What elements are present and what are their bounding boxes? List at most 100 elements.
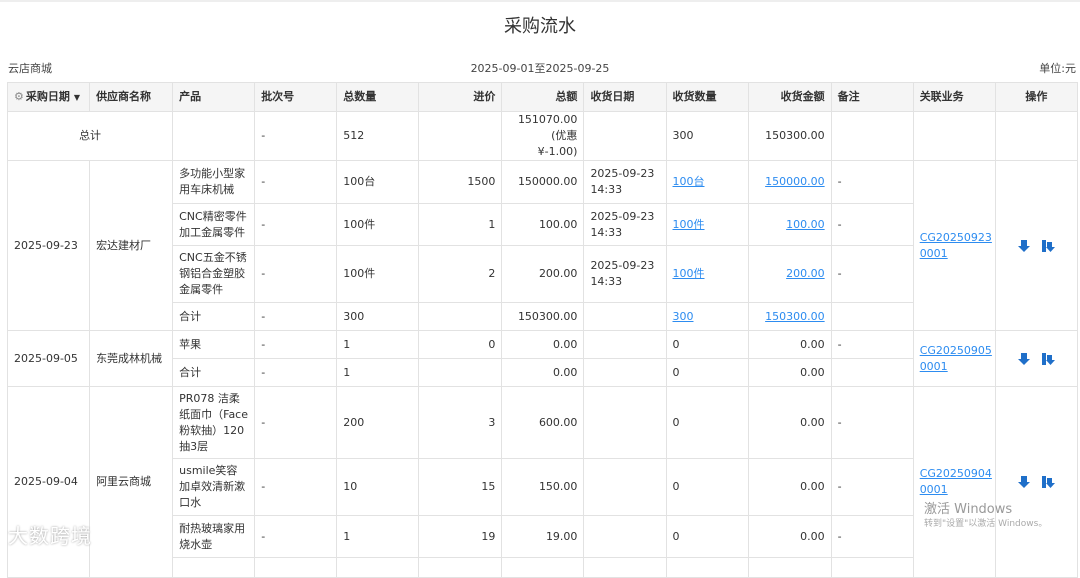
cell-product: 多功能小型家用车床机械 bbox=[172, 160, 256, 204]
cell-recv-qty: 100件 bbox=[665, 203, 749, 246]
cell-amount: 150000.00 bbox=[501, 160, 585, 204]
cell-actions bbox=[994, 160, 1079, 331]
cell-batch: - bbox=[254, 515, 338, 558]
cell-linked: CG20250905 0001 bbox=[912, 330, 996, 387]
cell-qty: 1 bbox=[336, 358, 420, 387]
recv-qty-link[interactable]: 100件 bbox=[673, 218, 705, 231]
cell-batch: - bbox=[254, 302, 338, 331]
cell-amount: 200.00 bbox=[501, 245, 585, 303]
cell-recv-qty: 0 bbox=[665, 386, 749, 459]
recv-qty-link[interactable]: 100件 bbox=[673, 267, 705, 280]
col-price: 进价 bbox=[418, 82, 503, 112]
cell-amount: 150300.00 bbox=[501, 302, 585, 331]
cell-recv-amount: 150300.00 bbox=[747, 111, 832, 161]
cell-batch: - bbox=[254, 160, 338, 204]
cell-recv-qty: 0 bbox=[665, 330, 749, 359]
export-icon[interactable] bbox=[1041, 352, 1056, 366]
cell-actions bbox=[994, 330, 1079, 387]
cell-qty: 512 bbox=[336, 111, 420, 161]
cell-qty: 1 bbox=[336, 515, 420, 558]
summary-label: 总计 bbox=[6, 111, 174, 161]
subtotal-label: 合计 bbox=[172, 302, 256, 331]
col-total-qty: 总数量 bbox=[336, 82, 420, 112]
cell-product: 耐热玻璃家用烧水壶 bbox=[172, 515, 256, 558]
windows-activate-text: 激活 Windows bbox=[924, 502, 1013, 517]
cell-recv-amount: 0.00 bbox=[747, 458, 832, 516]
cell-batch: - bbox=[254, 330, 338, 359]
cell-recv-amount: 0.00 bbox=[747, 515, 832, 558]
cell-product: CNC五金不锈钢铝合金塑胶金属零件 bbox=[172, 245, 256, 303]
cell-qty: 300 bbox=[336, 302, 420, 331]
cell-recv-amount: 200.00 bbox=[747, 245, 832, 303]
table-row: 2025-09-04 阿里云商城 PR078 洁柔纸面巾（Face粉软抽）120… bbox=[6, 386, 1079, 578]
cell-linked: CG20250904 0001 bbox=[912, 386, 996, 578]
cell-recv-amount: 0.00 bbox=[747, 330, 832, 359]
top-border bbox=[0, 0, 1080, 2]
windows-activate-hint: 转到"设置"以激活 Windows。 bbox=[924, 519, 1048, 529]
cell-amount: 150.00 bbox=[501, 458, 585, 516]
purchase-table: ⚙ 采购日期 ▼ 供应商名称 产品 批次号 总数量 进价 总额 收货日期 收货数量 … bbox=[6, 82, 1079, 578]
caret-down-icon[interactable]: ▼ bbox=[74, 93, 80, 102]
cell-note: - bbox=[830, 245, 914, 303]
cell-recv-amount: 150000.00 bbox=[747, 160, 832, 204]
cell-batch: - bbox=[254, 245, 338, 303]
cell-linked: CG20250923 0001 bbox=[912, 160, 996, 331]
linked-order-link[interactable]: CG20250905 0001 bbox=[920, 344, 992, 373]
cell-amount: 100.00 bbox=[501, 203, 585, 246]
recv-amount-link[interactable]: 150000.00 bbox=[765, 175, 825, 188]
summary-row: 总计 - 512 151070.00 (优惠 ¥-1.00) 300 150300… bbox=[6, 111, 1079, 161]
export-icon[interactable] bbox=[1041, 239, 1056, 253]
gear-icon[interactable]: ⚙ bbox=[14, 90, 24, 103]
table-row: 2025-09-23 宏达建材厂 多功能小型家用车床机械 - 100台 1500… bbox=[6, 160, 1079, 331]
cell-recv-date bbox=[583, 515, 667, 558]
cell-note: - bbox=[830, 203, 914, 246]
cell-recv-amount: 100.00 bbox=[747, 203, 832, 246]
recv-amount-link[interactable]: 100.00 bbox=[786, 218, 825, 231]
subtotal-label: 合计 bbox=[172, 358, 256, 387]
cell-amount: 151070.00 (优惠 ¥-1.00) bbox=[501, 111, 585, 161]
col-recv-qty: 收货数量 bbox=[665, 82, 749, 112]
cell-product: CNC精密零件加工金属零件 bbox=[172, 203, 256, 246]
cell-batch: - bbox=[254, 111, 338, 161]
cell-batch: - bbox=[254, 358, 338, 387]
recv-qty-link[interactable]: 100台 bbox=[673, 175, 705, 188]
recv-amount-link[interactable]: 200.00 bbox=[786, 267, 825, 280]
linked-order-link[interactable]: CG20250904 0001 bbox=[920, 467, 992, 496]
col-batch: 批次号 bbox=[254, 82, 338, 112]
table-header-row: ⚙ 采购日期 ▼ 供应商名称 产品 批次号 总数量 进价 总额 收货日期 收货数量 … bbox=[6, 82, 1079, 112]
cell-recv-qty: 0 bbox=[665, 515, 749, 558]
cell-price: 1 bbox=[418, 203, 503, 246]
cell-product: 苹果 bbox=[172, 330, 256, 359]
cell-price: 15 bbox=[418, 458, 503, 516]
col-recv-date: 收货日期 bbox=[583, 82, 667, 112]
recv-qty-link[interactable]: 300 bbox=[673, 310, 694, 323]
cell-product: PR078 洁柔纸面巾（Face粉软抽）120抽3层 bbox=[172, 386, 256, 459]
col-purchase-date[interactable]: ⚙ 采购日期 ▼ bbox=[6, 82, 91, 112]
col-actions: 操作 bbox=[994, 82, 1079, 112]
col-recv-amount: 收货金额 bbox=[747, 82, 832, 112]
linked-order-link[interactable]: CG20250923 0001 bbox=[920, 231, 992, 260]
cell-batch: - bbox=[254, 458, 338, 516]
cell-qty: 100件 bbox=[336, 245, 420, 303]
watermark-logo: 大数跨境 bbox=[8, 524, 92, 548]
cell-supplier: 阿里云商城 bbox=[89, 386, 174, 578]
download-icon[interactable] bbox=[1017, 239, 1031, 253]
recv-amount-link[interactable]: 150300.00 bbox=[765, 310, 825, 323]
cell-batch: - bbox=[254, 386, 338, 459]
cell-recv-amount: 0.00 bbox=[747, 386, 832, 459]
download-icon[interactable] bbox=[1017, 352, 1031, 366]
page-title: 采购流水 bbox=[504, 16, 576, 37]
export-icon[interactable] bbox=[1041, 475, 1056, 489]
cell-date: 2025-09-05 bbox=[6, 330, 91, 387]
cell-recv-date: 2025-09-23 14:33 bbox=[583, 245, 667, 303]
date-range: 2025-09-01至2025-09-25 bbox=[470, 62, 610, 75]
cell-amount: 0.00 bbox=[501, 330, 585, 359]
cell-amount: 600.00 bbox=[501, 386, 585, 459]
cell-price: 0 bbox=[418, 330, 503, 359]
cell-note: - bbox=[830, 515, 914, 558]
cell-supplier: 东莞成林机械 bbox=[89, 330, 174, 387]
cell-amount: 0.00 bbox=[501, 358, 585, 387]
cell-batch: - bbox=[254, 203, 338, 246]
download-icon[interactable] bbox=[1017, 475, 1031, 489]
cell-price: 19 bbox=[418, 515, 503, 558]
